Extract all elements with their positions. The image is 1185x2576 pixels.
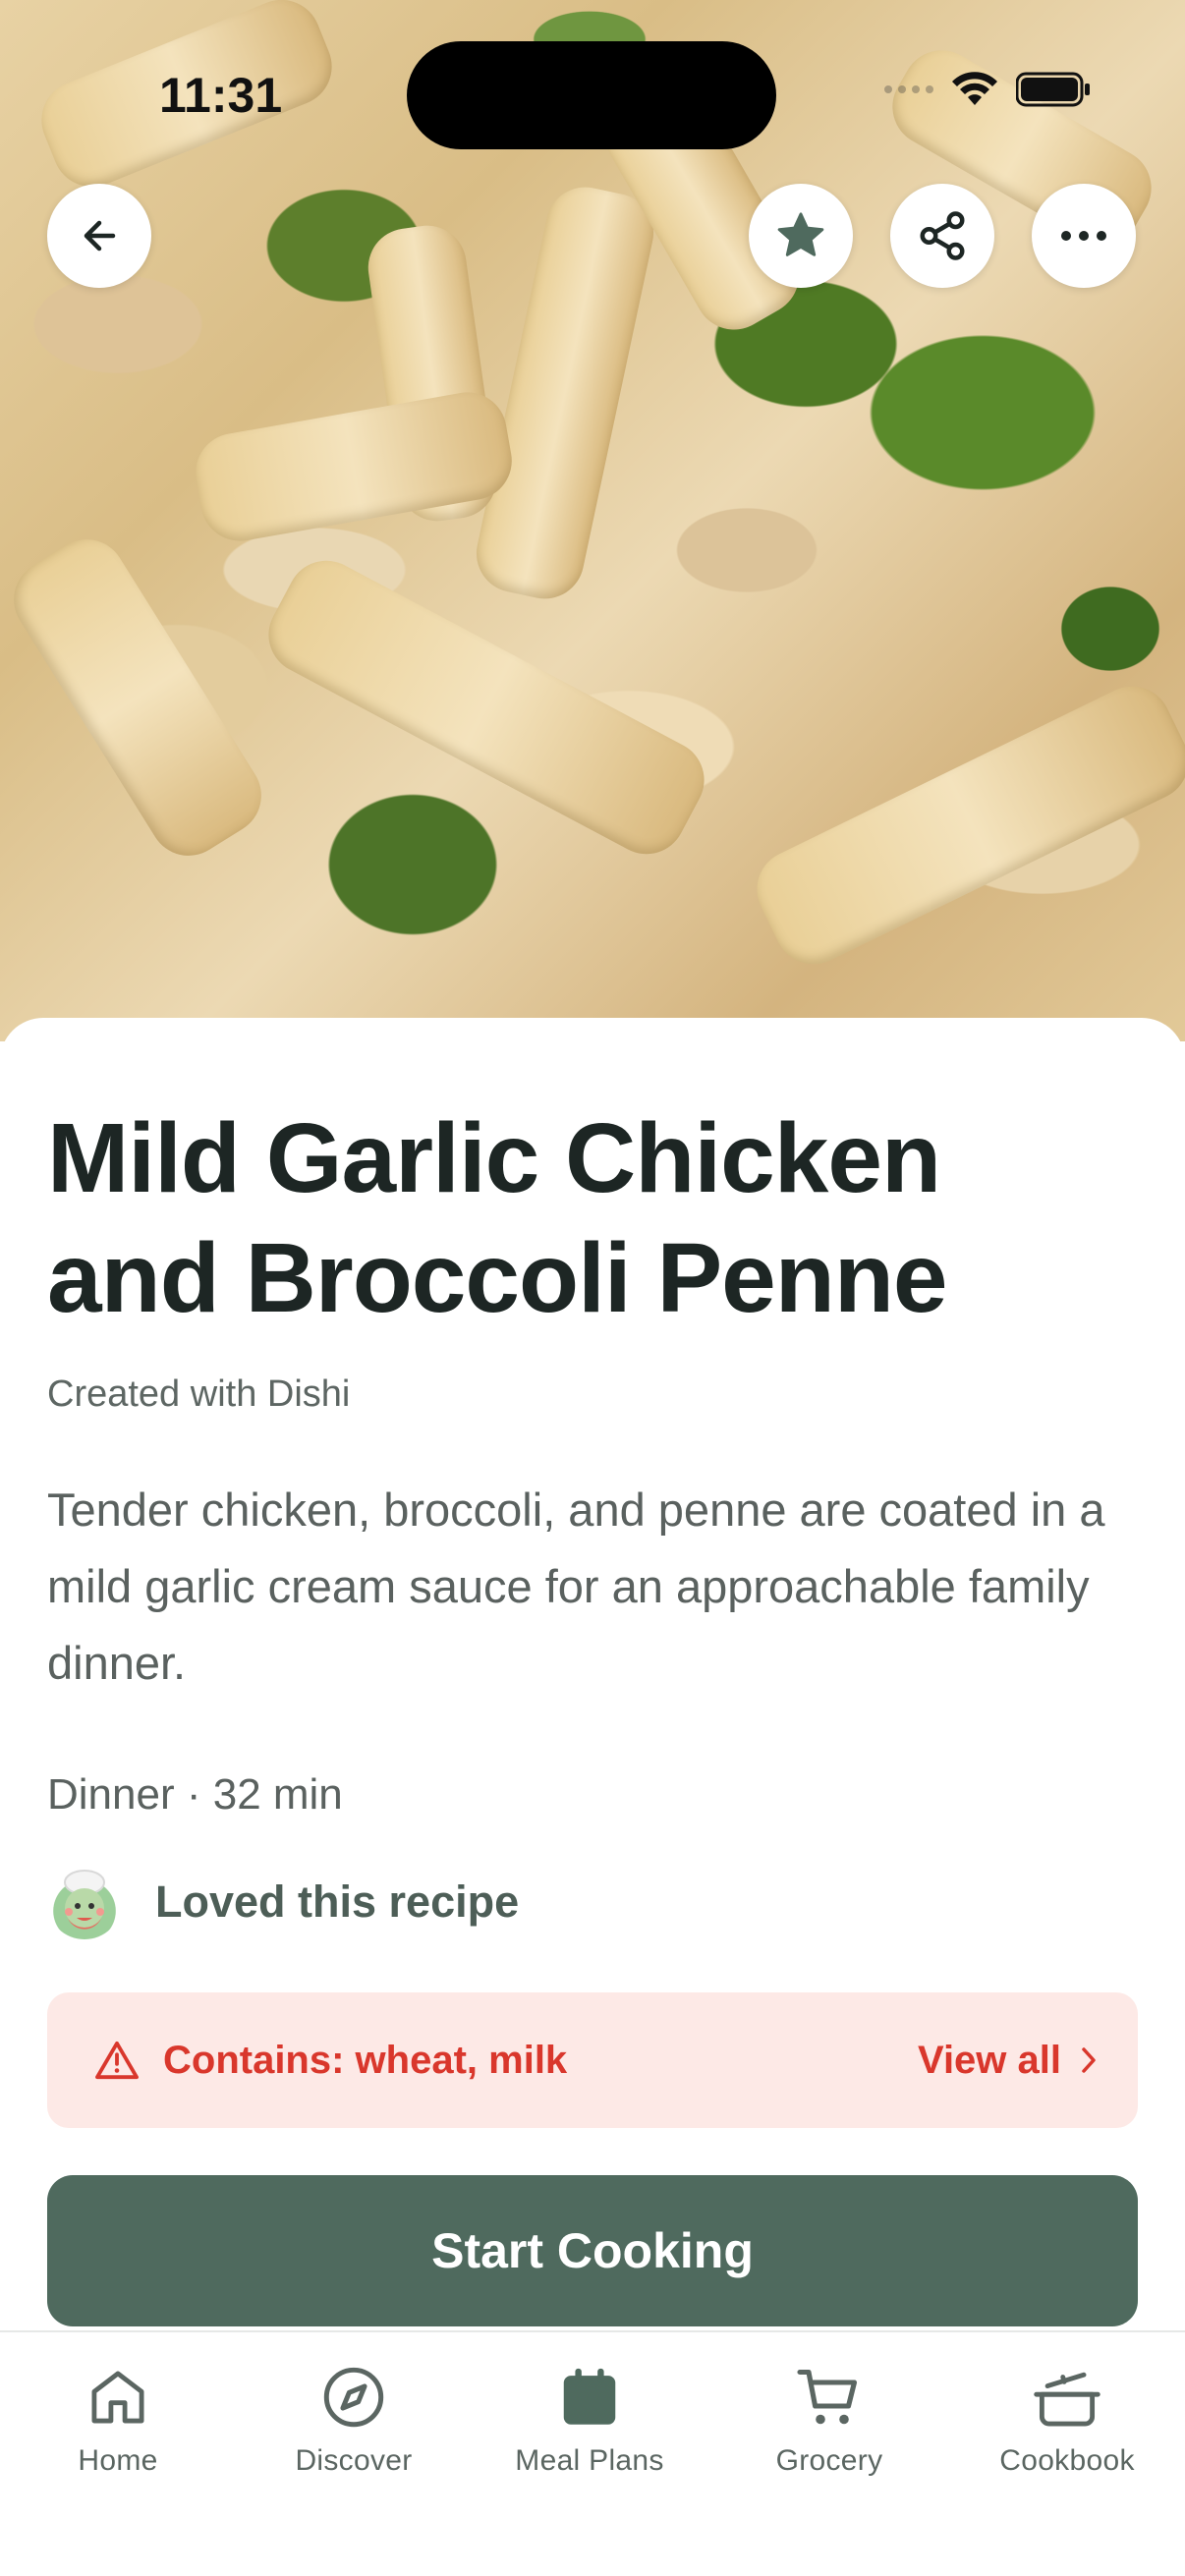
tab-meal-plans[interactable]: Meal Plans [472, 2332, 707, 2499]
recipe-detail-screen: 11:31 Mild Garlic Chicken and Broccoli P… [0, 0, 1185, 2576]
tab-grocery-label: Grocery [775, 2444, 883, 2477]
bottom-tab-bar: Home Discover Meal Plans Grocery Cookboo… [0, 2330, 1185, 2576]
recipe-hero-image [0, 0, 1185, 1041]
recipe-meta: Dinner · 32 min [47, 1770, 343, 1819]
favorite-button[interactable] [749, 184, 853, 288]
tab-home[interactable]: Home [0, 2332, 236, 2499]
chevron-right-icon [1082, 2047, 1096, 2073]
start-cooking-button[interactable]: Start Cooking [47, 2175, 1138, 2326]
signal-icon [884, 85, 933, 93]
loved-recipe-row[interactable]: Loved this recipe [47, 1865, 519, 1939]
ellipsis-icon [1061, 231, 1106, 241]
allergen-banner[interactable]: Contains: wheat, milk View all [47, 1992, 1138, 2128]
recipe-description: Tender chicken, broccoli, and penne are … [47, 1484, 1105, 1689]
cart-icon [797, 2369, 858, 2425]
tab-discover[interactable]: Discover [236, 2332, 472, 2499]
home-icon [91, 2371, 144, 2424]
wifi-icon [952, 72, 997, 105]
tab-cookbook[interactable]: Cookbook [949, 2332, 1185, 2499]
star-icon [777, 212, 824, 256]
view-all-label: View all [917, 2038, 1061, 2082]
recipe-title-line-1: Mild Garlic Chicken [47, 1103, 941, 1213]
tab-meal-plans-label: Meal Plans [515, 2444, 664, 2477]
chef-avatar-icon [47, 1865, 122, 1939]
share-icon [920, 211, 965, 260]
pot-icon [1034, 2372, 1100, 2427]
recipe-title-line-2: and Broccoli Penne [47, 1223, 948, 1333]
status-icons [884, 71, 1091, 108]
status-time: 11:31 [159, 68, 283, 123]
battery-icon [1016, 72, 1090, 107]
tab-grocery[interactable]: Grocery [711, 2332, 947, 2499]
dynamic-island [407, 41, 776, 149]
recipe-source: Created with Dishi [47, 1373, 351, 1415]
recipe-title: Mild Garlic Chicken and Broccoli Penne [47, 1098, 1128, 1338]
compass-icon [323, 2367, 384, 2428]
warning-icon [95, 2041, 139, 2080]
arrow-left-icon [84, 220, 116, 252]
share-button[interactable] [890, 184, 994, 288]
tab-home-label: Home [78, 2444, 158, 2477]
tab-discover-label: Discover [295, 2444, 413, 2477]
tab-cookbook-label: Cookbook [999, 2444, 1135, 2477]
loved-recipe-label: Loved this recipe [155, 1876, 520, 1927]
view-all-allergens-link[interactable]: View all [918, 2039, 1099, 2083]
allergen-text: Contains: wheat, milk [163, 2038, 568, 2082]
calendar-icon [563, 2368, 616, 2425]
more-options-button[interactable] [1032, 184, 1136, 288]
back-button[interactable] [47, 184, 151, 288]
